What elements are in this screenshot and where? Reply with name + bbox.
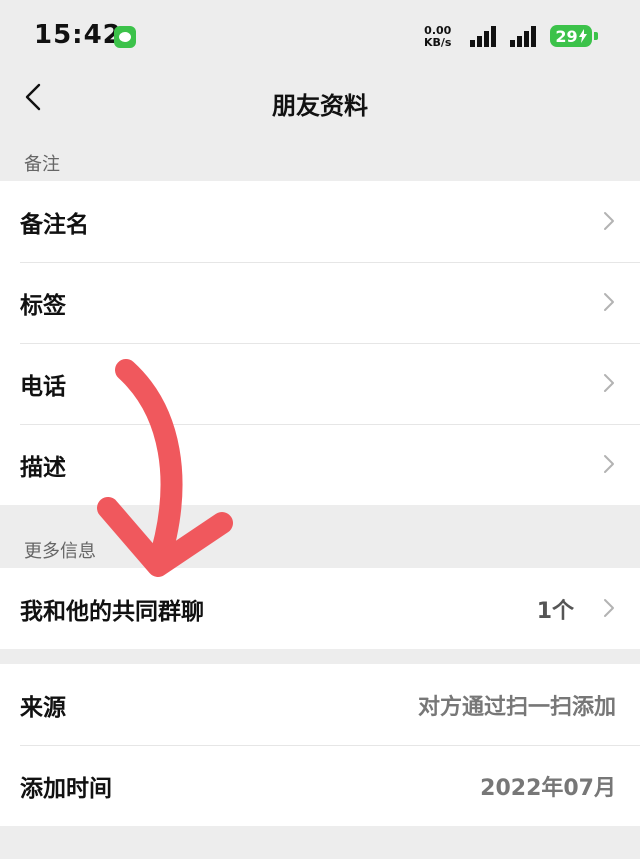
page-title: 朋友资料 — [272, 92, 368, 120]
row-label: 我和他的共同群聊 — [20, 598, 204, 625]
row-added-time: 添加时间 2022年07月 — [0, 745, 640, 826]
chevron-right-icon — [604, 374, 614, 392]
remark-group: 备注名 标签 电话 描述 — [0, 181, 640, 505]
battery-cap — [594, 32, 598, 40]
chevron-right-icon — [604, 455, 614, 473]
net-speed-unit: KB/s — [424, 36, 452, 49]
row-common-groups[interactable]: 我和他的共同群聊 1个 — [0, 568, 640, 649]
row-phone[interactable]: 电话 — [0, 343, 640, 424]
row-label: 标签 — [20, 292, 66, 319]
battery-level: 29 — [555, 26, 578, 46]
nav-bar: 朋友资料 — [0, 70, 640, 130]
row-label: 备注名 — [20, 211, 89, 238]
row-value: 2022年07月 — [480, 775, 616, 801]
chevron-right-icon — [604, 212, 614, 230]
row-label: 添加时间 — [20, 775, 112, 802]
chevron-right-icon — [604, 293, 614, 311]
wechat-notification-icon — [114, 26, 136, 48]
net-speed: 0.00 KB/s — [424, 25, 451, 49]
row-tags[interactable]: 标签 — [0, 262, 640, 343]
row-value: 1个 — [536, 598, 574, 624]
status-time: 15:42 — [34, 20, 122, 50]
row-label: 描述 — [20, 454, 66, 481]
chevron-right-icon — [604, 599, 614, 617]
row-label: 电话 — [20, 373, 66, 400]
signal-icon — [470, 26, 496, 47]
row-label: 来源 — [20, 694, 66, 721]
signal-icon — [510, 26, 536, 47]
source-group: 来源 对方通过扫一扫添加 添加时间 2022年07月 — [0, 664, 640, 826]
status-bar: 15:42 0.00 KB/s 29 — [0, 0, 640, 70]
row-source: 来源 对方通过扫一扫添加 — [0, 664, 640, 745]
charging-icon — [578, 29, 587, 43]
row-value: 对方通过扫一扫添加 — [417, 694, 616, 720]
more-info-group: 我和他的共同群聊 1个 — [0, 568, 640, 649]
row-remark-name[interactable]: 备注名 — [0, 181, 640, 262]
battery-icon: 29 — [550, 25, 592, 47]
section-title-remark: 备注 — [24, 154, 60, 175]
row-description[interactable]: 描述 — [0, 424, 640, 505]
section-title-more-info: 更多信息 — [24, 541, 96, 562]
